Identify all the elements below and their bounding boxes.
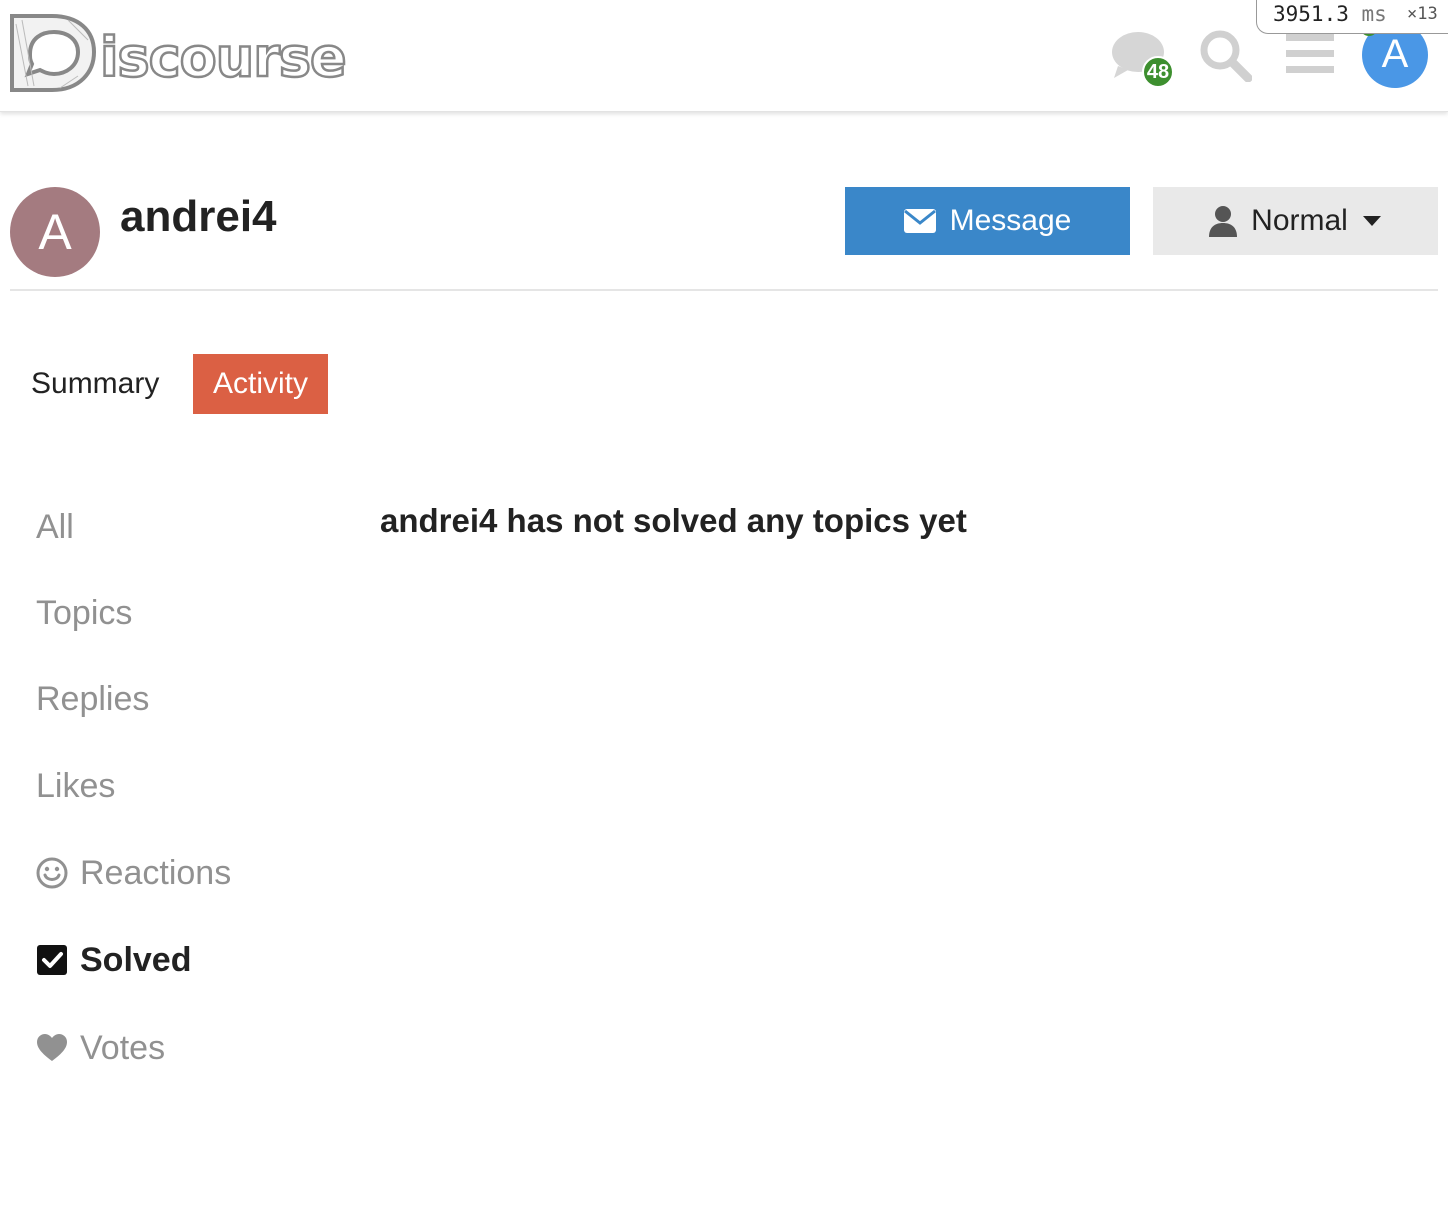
nav-all[interactable]: All: [36, 502, 74, 552]
search-icon[interactable]: [1198, 28, 1252, 82]
notification-level-label: Normal: [1251, 204, 1348, 237]
hamburger-menu-icon[interactable]: [1286, 32, 1334, 76]
user-icon: [1209, 206, 1238, 237]
notification-level-dropdown[interactable]: Normal: [1153, 187, 1438, 255]
check-square-icon: [37, 945, 67, 975]
profile-divider: [10, 289, 1438, 291]
notification-badge: 48: [1142, 56, 1174, 88]
timer-unit: ms: [1361, 2, 1387, 26]
timer-number: 3951.3: [1273, 2, 1349, 26]
timer-value: 3951.3 ms: [1273, 2, 1387, 26]
smiley-icon: [36, 857, 68, 889]
nav-votes[interactable]: Votes: [36, 1023, 165, 1073]
nav-votes-label: Votes: [80, 1028, 166, 1067]
message-button[interactable]: Message: [845, 187, 1130, 255]
nav-replies-label: Replies: [36, 679, 150, 718]
nav-replies[interactable]: Replies: [36, 674, 149, 724]
site-header: iscourse 48 A: [0, 0, 1448, 112]
timer-multiplier: ×13: [1407, 4, 1438, 24]
nav-solved-label: Solved: [80, 940, 192, 979]
discourse-logo-icon: [10, 14, 97, 92]
envelope-icon: [903, 209, 936, 233]
caret-down-icon: [1362, 216, 1381, 226]
tab-activity[interactable]: Activity: [193, 354, 328, 414]
nav-likes[interactable]: Likes: [36, 761, 115, 811]
nav-reactions-label: Reactions: [80, 853, 232, 892]
empty-state-message: andrei4 has not solved any topics yet: [380, 502, 967, 539]
nav-topics[interactable]: Topics: [36, 588, 132, 638]
discourse-logo[interactable]: iscourse: [8, 10, 348, 94]
nav-all-label: All: [36, 507, 74, 546]
profile-avatar: A: [10, 187, 100, 277]
nav-reactions[interactable]: Reactions: [36, 848, 231, 898]
nav-topics-label: Topics: [36, 593, 133, 632]
profile-username: andrei4: [120, 192, 277, 241]
profiler-timer[interactable]: 3951.3 ms ×13: [1256, 0, 1448, 34]
nav-likes-label: Likes: [36, 766, 116, 805]
tab-summary[interactable]: Summary: [20, 354, 170, 414]
heart-icon: [37, 1034, 67, 1061]
message-button-label: Message: [949, 204, 1072, 237]
nav-solved[interactable]: Solved: [36, 935, 191, 985]
